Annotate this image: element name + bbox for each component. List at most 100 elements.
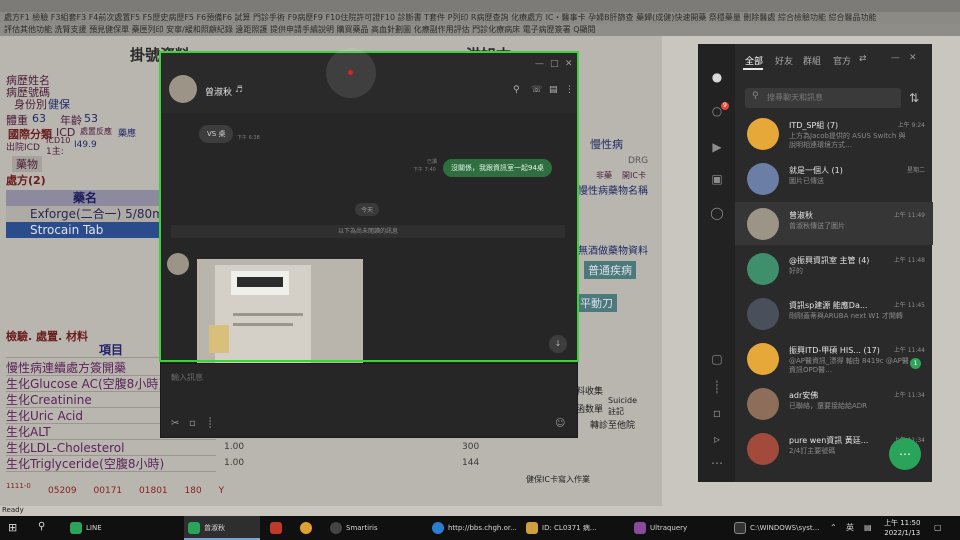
- taskbar-line[interactable]: LINE: [66, 516, 184, 540]
- smartiris-icon: [330, 522, 342, 534]
- suicide-button[interactable]: Suicide: [608, 396, 637, 405]
- chat-name: ITD_SP組 (7): [789, 121, 839, 130]
- sender-avatar[interactable]: [167, 253, 189, 275]
- new-chat-button[interactable]: ⋯: [889, 438, 921, 470]
- open-ic-card-button[interactable]: 開IC卡: [622, 170, 646, 181]
- message-input-placeholder[interactable]: 輸入訊息: [171, 372, 203, 383]
- message-input-area[interactable]: 輸入訊息 ✂ ▫ ┊ ☺: [161, 363, 577, 437]
- clock-date: 2022/1/13: [884, 529, 921, 537]
- primary-icd-value[interactable]: I49.9: [74, 140, 97, 150]
- non-drug-button[interactable]: 非藥: [596, 170, 612, 181]
- filter-all[interactable]: 全部: [745, 54, 763, 67]
- taskbar-ie[interactable]: http://bbs.chgh.or...: [428, 516, 520, 540]
- drug-row-1[interactable]: Exforge(二合一) 5/80mg: [6, 206, 171, 222]
- chat-time: 上午 11:44: [893, 347, 925, 354]
- chat-name: 就是一個人 (1): [789, 166, 843, 175]
- chat-maximize-icon[interactable]: □: [550, 59, 559, 69]
- drug-tab[interactable]: 藥物: [12, 156, 42, 172]
- taskbar-search-icon[interactable]: ⚲: [38, 521, 45, 532]
- taskbar-chat-window[interactable]: 曾淑秋: [184, 516, 260, 540]
- chat-menu-icon[interactable]: ⋮: [565, 85, 574, 95]
- lab-qty-1[interactable]: 1.00: [224, 442, 244, 452]
- drug-row-2[interactable]: Strocain Tab: [6, 222, 164, 238]
- outgoing-message[interactable]: 沒關係，我跟資訊室一起94桌: [443, 159, 552, 177]
- taskbar-his-app[interactable]: [266, 516, 296, 540]
- ic-card-write-button[interactable]: 健保IC卡寫入作業: [526, 474, 590, 485]
- his-menu-row-2[interactable]: 評估其他功能 洗腎支援 預見健保單 藥匣列印 安寧/緩和照顧紀錄 遠距照護 提供…: [0, 24, 960, 36]
- cursor-dot: [348, 70, 353, 75]
- lab-row-7[interactable]: 生化Triglyceride(空腹8小時): [6, 456, 216, 472]
- avatar: [747, 253, 779, 285]
- bookmark-icon[interactable]: ▫: [710, 406, 724, 420]
- chat-list-item[interactable]: 就是一個人 (1) 星期二 圖片已傳送: [735, 157, 933, 200]
- chat-list-item[interactable]: 振興ITD-甲碩 HIS... (17) 上午 11:44 @AP醫資訊_漂得 …: [735, 337, 933, 380]
- more-icon[interactable]: ⋯: [710, 456, 724, 470]
- notes-icon[interactable]: ▤: [549, 85, 558, 95]
- taskbar-cmd[interactable]: C:\WINDOWS\syst...: [730, 516, 824, 540]
- speaker-icon[interactable]: ▹: [710, 432, 724, 446]
- taskbar-id-window[interactable]: ID: CL0371 病...: [522, 516, 622, 540]
- tray-overflow-icon[interactable]: ⌃: [830, 516, 837, 540]
- taskbar-chrome[interactable]: [296, 516, 324, 540]
- taskbar-smartiris[interactable]: Smartiris: [326, 516, 422, 540]
- general-disease-select[interactable]: 普通疾病: [584, 261, 636, 279]
- close-icon[interactable]: ✕: [909, 53, 917, 63]
- contact-avatar[interactable]: [169, 75, 197, 103]
- identity-value: 健保: [48, 98, 70, 111]
- minimize-icon[interactable]: —: [891, 53, 900, 63]
- drg-button[interactable]: DRG: [628, 156, 648, 166]
- contact-name[interactable]: 曾淑秋: [205, 85, 232, 98]
- referral-checkbox[interactable]: 轉診至他院: [590, 418, 635, 431]
- more-apps-icon[interactable]: ▣: [710, 172, 724, 186]
- line-app-icon: [70, 522, 82, 534]
- bookmark-icon[interactable]: ▫: [189, 418, 196, 429]
- label-primary: 1主:: [46, 147, 64, 157]
- his-app-icon: [270, 522, 282, 534]
- ime-indicator[interactable]: 英: [846, 516, 854, 540]
- chat-list-item[interactable]: ITD_SP組 (7) 上午 9:24 上方為Jacob提供的 ASUS Swi…: [735, 112, 933, 155]
- attach-icon[interactable]: ✂: [171, 418, 179, 429]
- date-separator: 今天: [355, 203, 380, 216]
- openchat-icon[interactable]: ◯: [710, 206, 724, 220]
- video-icon[interactable]: ▢: [710, 352, 724, 366]
- network-icon[interactable]: ▤: [864, 516, 872, 540]
- drug-response-button[interactable]: 藥應: [118, 126, 136, 139]
- chat-search-icon[interactable]: ⚲: [513, 85, 520, 95]
- reaction-button[interactable]: 處置反應: [80, 126, 112, 137]
- chat-minimize-icon[interactable]: —: [535, 59, 544, 69]
- chronic-select[interactable]: 慢性病: [590, 136, 623, 152]
- chat-list-item[interactable]: adr安佛 上午 11:34 已聯絡，還要接給給ADR: [735, 382, 933, 425]
- call-icon[interactable]: ☏: [531, 85, 542, 95]
- crop-icon[interactable]: ┊: [710, 380, 724, 394]
- friends-icon[interactable]: ●: [710, 70, 724, 84]
- screenshot-icon[interactable]: ┊: [207, 418, 213, 429]
- filter-groups[interactable]: 群組: [803, 54, 821, 67]
- sort-icon[interactable]: ⇅: [907, 91, 921, 105]
- chat-list-item-selected[interactable]: 曾淑秋 上午 11:49 曾淑秋傳送了圖片: [735, 202, 933, 245]
- chat-close-icon[interactable]: ✕: [565, 59, 573, 69]
- chat-list-item[interactable]: 資訊sp建源 能應Da... 上午 11:45 剛剛蓋蒂與ARUBA next …: [735, 292, 933, 335]
- his-menu-row-1[interactable]: 處方F1 檢驗 F3組套F3 F4前次處置F5 F5歷史病歷F5 F6預備F6 …: [0, 12, 960, 24]
- taskbar-label: C:\WINDOWS\syst...: [750, 524, 820, 532]
- filter-official[interactable]: 官方: [833, 54, 851, 67]
- scroll-down-icon[interactable]: ↓: [549, 335, 567, 353]
- incoming-message[interactable]: VS 桌: [199, 125, 234, 143]
- windows-start-icon[interactable]: ⊞: [8, 521, 17, 534]
- filter-friends[interactable]: 好友: [775, 54, 793, 67]
- read-status: 已讀: [427, 159, 438, 165]
- notification-icon[interactable]: ▢: [934, 516, 942, 540]
- emoji-icon[interactable]: ☺: [555, 418, 565, 429]
- filter-settings-icon[interactable]: ⇄: [859, 54, 867, 64]
- lab-qty-2[interactable]: 1.00: [224, 458, 244, 468]
- chat-time: 上午 11:48: [893, 257, 925, 264]
- chat-search-box[interactable]: ⚲ 搜尋聊天和訊息: [745, 88, 901, 108]
- lab-row-6[interactable]: 生化LDL-Cholesterol: [6, 440, 216, 456]
- photo-message[interactable]: [197, 259, 363, 363]
- taskbar-clock[interactable]: 上午 11:50 2022/1/13: [884, 518, 920, 538]
- chat-name: 振興ITD-甲碩 HIS... (17): [789, 346, 880, 355]
- timeline-icon[interactable]: ▶: [710, 140, 724, 154]
- taskbar-ultraquery[interactable]: Ultraquery: [630, 516, 726, 540]
- chat-search-placeholder[interactable]: 搜尋聊天和訊息: [767, 92, 823, 103]
- chat-list-item[interactable]: @振興資訊室 主管 (4) 上午 11:48 好的: [735, 247, 933, 290]
- surgery-select[interactable]: 平動刀: [576, 294, 617, 312]
